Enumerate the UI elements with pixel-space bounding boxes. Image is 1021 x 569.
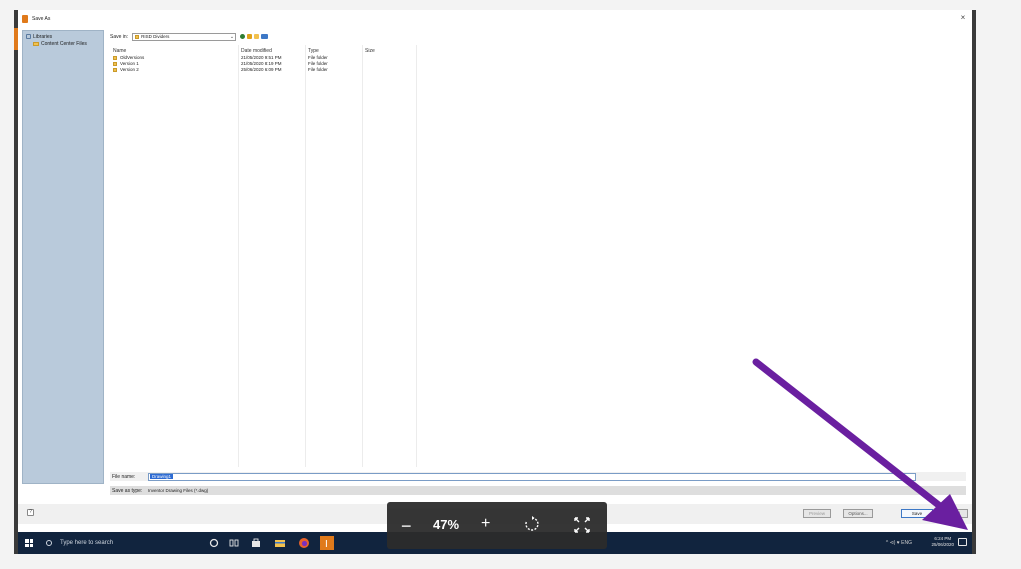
file-type-label: Save as type: [112, 487, 143, 494]
sidebar-item-libraries[interactable]: Libraries [23, 33, 103, 40]
folder-icon [33, 41, 39, 46]
save-in-label: Save in: [110, 33, 129, 40]
folder-icon [113, 61, 117, 66]
back-icon[interactable] [240, 34, 246, 39]
save-in-value: RISD Dividers [141, 34, 170, 39]
file-row[interactable]: Version 2 25/06/2020 6:09 PM File folder [110, 67, 410, 73]
notification-icon[interactable] [958, 538, 967, 546]
file-date: 21/05/2020 8:19 PM [241, 61, 282, 66]
cancel-button[interactable]: Cancel [938, 509, 968, 518]
clock-date: 25/06/2020 [931, 542, 954, 547]
file-name-row: File name: Drawing1 [110, 472, 966, 481]
file-name: OldVersions [120, 55, 145, 60]
zoom-out-button[interactable]: − [401, 517, 412, 535]
column-separator [362, 45, 363, 467]
file-type: File folder [308, 55, 328, 60]
task-view-icon[interactable] [228, 537, 240, 549]
save-button[interactable]: Save [901, 509, 933, 518]
file-type: File folder [308, 61, 328, 66]
window-title: Save As [32, 15, 51, 22]
new-folder-icon[interactable] [254, 34, 260, 39]
zoom-in-button[interactable]: + [481, 515, 490, 533]
toolbar-icons [240, 34, 269, 39]
column-header-date[interactable]: Date modified [241, 48, 272, 54]
column-header-type[interactable]: Type [308, 48, 319, 54]
preview-button[interactable]: Preview [803, 509, 831, 518]
firefox-icon[interactable] [298, 537, 310, 549]
file-name-value: Drawing1 [150, 474, 174, 479]
column-header-size[interactable]: Size [365, 48, 375, 54]
inventor-taskbar-icon[interactable]: I [320, 536, 334, 550]
column-separator [416, 45, 417, 467]
file-explorer-icon[interactable] [274, 537, 286, 549]
store-icon[interactable] [250, 537, 262, 549]
file-type-row: Save as type: Inventor Drawing Files (*.… [110, 486, 966, 495]
file-list: Name Date modified Type Size OldVersions… [110, 45, 966, 467]
file-name: Version 2 [120, 67, 139, 72]
right-edge-strip [972, 10, 976, 554]
search-icon [46, 540, 52, 546]
folder-icon [113, 55, 117, 60]
image-viewer-zoom-bar: − 47% + [387, 502, 607, 549]
save-in-dropdown[interactable]: RISD Dividers ⌄ [132, 32, 237, 41]
column-separator [305, 45, 306, 467]
folder-icon [135, 34, 140, 39]
zoom-level: 47% [433, 517, 460, 532]
file-date: 21/05/2020 9:51 PM [241, 55, 282, 60]
sidebar-item-content-center-files[interactable]: Content Center Files [23, 40, 103, 47]
file-date: 25/06/2020 6:09 PM [241, 67, 282, 72]
file-type-dropdown[interactable]: Inventor Drawing Files (*.dwg) [148, 488, 208, 493]
taskbar-clock[interactable]: 6:24 PM 25/06/2020 [931, 536, 954, 548]
places-sidebar: Libraries Content Center Files [22, 30, 104, 484]
library-icon [26, 34, 31, 39]
options-button[interactable]: Options... [843, 509, 873, 518]
chevron-down-icon: ⌄ [229, 33, 235, 40]
folder-icon [113, 67, 117, 72]
close-button[interactable]: × [958, 13, 968, 23]
column-separator [238, 45, 239, 467]
svg-text:I: I [325, 539, 328, 550]
cortana-icon[interactable] [208, 537, 220, 549]
column-header-name[interactable]: Name [113, 48, 126, 54]
system-tray[interactable]: ^ ⊲) ♥ ENG [886, 540, 912, 546]
fullscreen-icon[interactable] [573, 516, 591, 534]
file-name-label: File name: [112, 473, 136, 480]
help-button[interactable]: ? [27, 509, 34, 516]
rotate-icon[interactable] [523, 515, 541, 533]
up-folder-icon[interactable] [247, 34, 253, 39]
search-placeholder: Type here to search [60, 540, 114, 546]
screen: Save As × Libraries Content Center Files… [18, 10, 972, 554]
save-in-toolbar: Save in: RISD Dividers ⌄ [110, 32, 269, 41]
file-name-input[interactable]: Drawing1 [148, 472, 916, 481]
sidebar-item-label: Libraries [33, 33, 53, 40]
title-bar: Save As × [18, 10, 972, 27]
file-type: File folder [308, 67, 328, 72]
inventor-app-icon [22, 14, 28, 23]
sidebar-item-label: Content Center Files [41, 40, 87, 47]
taskbar-search[interactable]: Type here to search [38, 532, 208, 554]
windows-start-icon[interactable] [25, 539, 33, 547]
file-name: Version 1 [120, 61, 139, 66]
view-menu-icon[interactable] [261, 34, 269, 39]
